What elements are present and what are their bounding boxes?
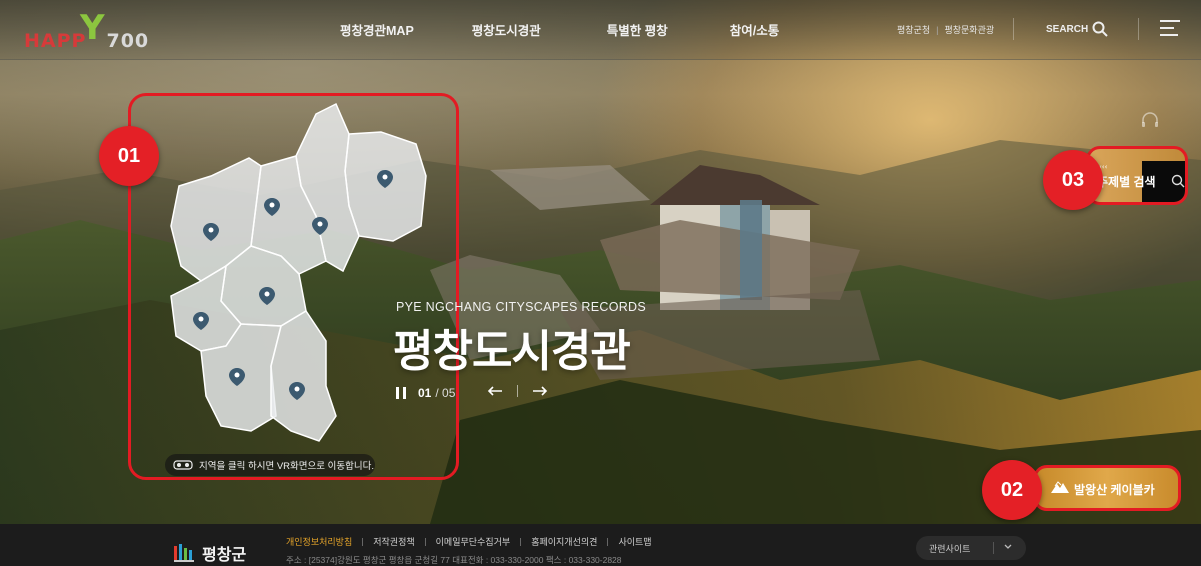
map-vr-notice-text: 지역을 클릭 하시면 VR화면으로 이동합니다. [199, 461, 374, 472]
related-sites-label: 관련사이트 [929, 543, 971, 554]
related-sites-select[interactable]: 관련사이트 [916, 536, 1026, 560]
footer-address: 주소 : [25374]강원도 평창군 평창읍 군청길 77 대표전화 : 03… [286, 555, 622, 565]
pyeongchang-county-logo[interactable]: 평창군 [174, 541, 246, 565]
pyeongchang-region-map [170, 102, 427, 442]
search-icon [1171, 174, 1185, 188]
slide-total: / 05 [435, 386, 456, 400]
nav-item-city-landscape[interactable]: 평창도시경관 [472, 20, 541, 39]
footer-link-sitemap[interactable]: 사이트맵 [618, 535, 651, 548]
hamburger-menu-icon[interactable] [1160, 20, 1180, 38]
footer-link-copyright[interactable]: 저작권정책 [373, 535, 414, 548]
vr-headset-icon [173, 460, 193, 470]
county-logo-text: 평창군 [202, 545, 247, 564]
nav-item-participation[interactable]: 참여/소통 [730, 20, 779, 39]
utility-links: 평창군청 | 평창문화관광 [897, 23, 995, 36]
footer-links: 개인정보처리방침 저작권정책 이메일무단수집거부 홈페이지개선의견 사이트맵 [286, 535, 652, 548]
marker-badge-01: 01 [99, 126, 159, 186]
region-map-panel: 지역을 클릭 하시면 VR화면으로 이동합니다. [128, 93, 459, 480]
divider [1013, 18, 1014, 40]
slide-current: 01 [418, 386, 432, 400]
main-nav: 평창경관MAP 평창도시경관 특별한 평창 참여/소통 [340, 20, 839, 39]
nav-item-special-pyeongchang[interactable]: 특별한 평창 [607, 20, 668, 39]
pause-icon[interactable] [396, 387, 406, 399]
marker-badge-03: 03 [1043, 150, 1103, 210]
happy700-logo[interactable]: Y HAPP 700 [24, 8, 154, 54]
map-vr-notice: 지역을 클릭 하시면 VR화면으로 이동합니다. [165, 454, 375, 476]
headset-icon[interactable] [1140, 112, 1160, 130]
marker-badge-02: 02 [982, 460, 1042, 520]
divider [1138, 18, 1139, 40]
slide-arrows [487, 385, 548, 397]
chevron-down-icon [1004, 544, 1012, 549]
theme-search-label: 주제별 검색 [1097, 175, 1156, 189]
prev-arrow-icon[interactable] [487, 386, 503, 396]
search-label: SEARCH [1046, 23, 1089, 35]
footer-link-privacy[interactable]: 개인정보처리방침 [286, 535, 352, 548]
footer-link-email-refusal[interactable]: 이메일무단수집거부 [436, 535, 511, 548]
county-emblem-icon [174, 544, 194, 562]
mountain-icon [1051, 481, 1069, 493]
util-link-county-office[interactable]: 평창군청 [897, 23, 930, 36]
cable-car-label: 발왕산 케이블카 [1074, 483, 1155, 497]
next-arrow-icon[interactable] [532, 386, 548, 396]
hero-subtitle: PYE NGCHANG CITYSCAPES RECORDS [396, 300, 647, 314]
hero-title: 평창도시경관 [393, 326, 631, 377]
top-navigation-bar: Y HAPP 700 평창경관MAP 평창도시경관 특별한 평창 참여/소통 평창… [0, 0, 1201, 60]
logo-text-happy: HAPP [24, 30, 87, 52]
divider [517, 385, 518, 397]
logo-text-700: 700 [106, 30, 150, 52]
util-link-culture-tourism[interactable]: 평창문화관광 [944, 23, 994, 36]
slide-pager: 01 / 05 [396, 386, 455, 400]
search-button[interactable]: SEARCH [1046, 18, 1108, 40]
nav-item-landscape-map[interactable]: 평창경관MAP [340, 20, 414, 39]
map-region-daehwa[interactable] [270, 309, 337, 442]
cable-car-button[interactable]: 발왕산 케이블카 [1033, 465, 1181, 511]
footer-link-feedback[interactable]: 홈페이지개선의견 [531, 535, 597, 548]
search-icon [1092, 21, 1108, 37]
